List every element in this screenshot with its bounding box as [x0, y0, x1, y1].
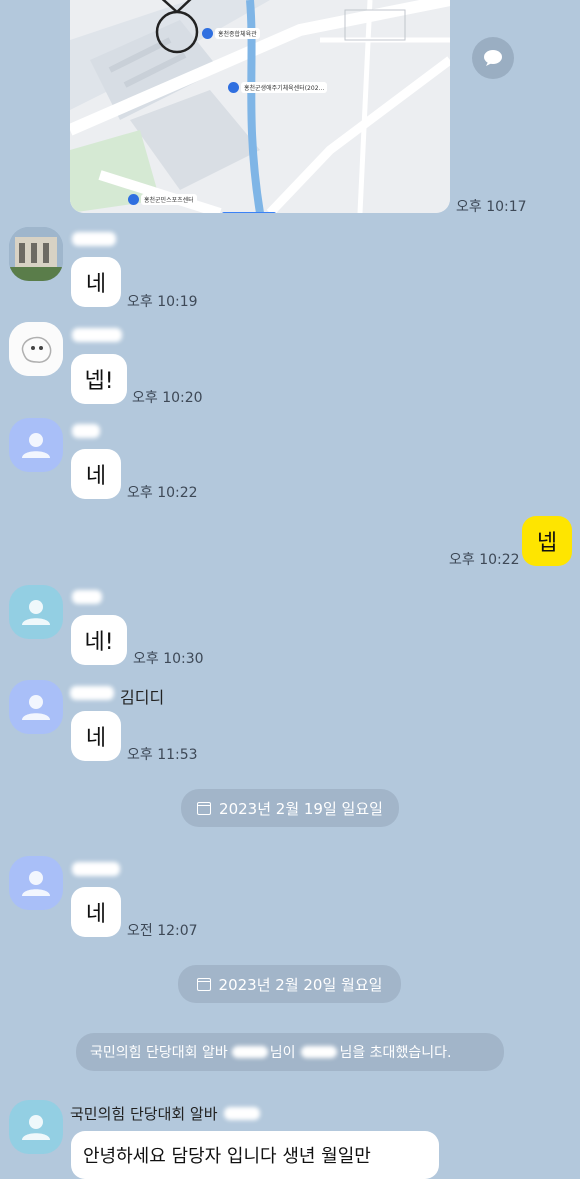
avatar-drawing	[9, 322, 63, 376]
name-redacted	[72, 862, 120, 876]
sender-name: 김디디	[120, 688, 165, 707]
avatar-photo	[9, 227, 63, 281]
system-text: 님이	[269, 1045, 296, 1061]
name-redacted	[72, 232, 116, 246]
message-bubble[interactable]: 넵!	[71, 354, 127, 404]
message-bubble[interactable]: 네!	[71, 615, 127, 665]
default-user-icon	[22, 433, 50, 458]
message-time: 오후 10:30	[133, 651, 204, 667]
date-label: 2023년 2월 19일 일요일	[219, 799, 383, 818]
calendar-icon	[197, 801, 212, 815]
sender-row: 국민의힘 단당대회 알바	[70, 1103, 260, 1124]
map-pin-icon	[128, 194, 139, 205]
name-redacted	[72, 424, 100, 438]
map-image	[70, 0, 450, 213]
message-bubble[interactable]: 네	[71, 887, 121, 937]
map-pin-icon	[202, 28, 213, 39]
map-marker-3[interactable]: 홍천군민스포츠센터	[128, 194, 197, 205]
map-place-label: 홍천군생애주기체육센터(202...	[241, 82, 328, 93]
map-marker-2[interactable]: 홍천군생애주기체육센터(202...	[228, 82, 328, 93]
message-bubble[interactable]: 네	[71, 257, 121, 307]
message-bubble[interactable]: 안녕하세요 담당자 입니다 생년 월일만	[71, 1131, 439, 1179]
message-time: 오후 10:22	[449, 552, 520, 568]
map-marker-1[interactable]: 홍천종합체육관	[202, 28, 260, 39]
map-preview[interactable]: 홍천종합체육관 홍천군생애주기체육센터(202... 홍천군민스포츠센터	[70, 0, 450, 213]
default-user-icon	[22, 695, 50, 720]
avatar[interactable]	[9, 322, 63, 376]
speech-bubble-icon	[484, 50, 502, 66]
name-redacted	[72, 328, 122, 342]
avatar[interactable]	[9, 418, 63, 472]
date-divider: 2023년 2월 20일 월요일	[178, 965, 401, 1003]
avatar[interactable]	[9, 1100, 63, 1154]
name-redacted	[70, 686, 114, 700]
default-user-icon	[22, 600, 50, 625]
message-bubble[interactable]: 네	[71, 711, 121, 761]
message-bubble[interactable]: 네	[71, 449, 121, 499]
calendar-icon	[196, 977, 211, 991]
share-button[interactable]	[472, 37, 514, 79]
redacted-text	[301, 1046, 338, 1058]
message-time: 오후 10:20	[132, 390, 203, 406]
message-time: 오후 10:19	[127, 294, 198, 310]
system-text: 국민의힘 단당대회 알바	[90, 1045, 228, 1061]
map-pin-icon	[228, 82, 239, 93]
system-text: 님을 초대했습니다.	[339, 1045, 452, 1061]
redacted-text	[231, 1046, 268, 1058]
date-divider: 2023년 2월 19일 일요일	[181, 789, 399, 827]
avatar[interactable]	[9, 227, 63, 281]
message-time: 오후 11:53	[127, 747, 198, 763]
default-user-icon	[22, 871, 50, 896]
name-redacted	[72, 590, 102, 604]
avatar[interactable]	[9, 856, 63, 910]
avatar[interactable]	[9, 680, 63, 734]
name-redacted	[223, 1107, 260, 1120]
default-user-icon	[22, 1115, 50, 1140]
message-time: 오전 12:07	[127, 923, 198, 939]
system-message: 국민의힘 단당대회 알바 님이 님을 초대했습니다.	[76, 1033, 504, 1071]
message-time: 오후 10:17	[456, 199, 527, 215]
map-place-label: 홍천군민스포츠센터	[141, 194, 197, 205]
map-place-label: 홍천종합체육관	[215, 28, 260, 39]
message-time: 오후 10:22	[127, 485, 198, 501]
sender-name: 국민의힘 단당대회 알바	[70, 1105, 218, 1123]
avatar[interactable]	[9, 585, 63, 639]
date-label: 2023년 2월 20일 월요일	[218, 975, 383, 994]
my-message-bubble[interactable]: 넵	[522, 516, 572, 566]
